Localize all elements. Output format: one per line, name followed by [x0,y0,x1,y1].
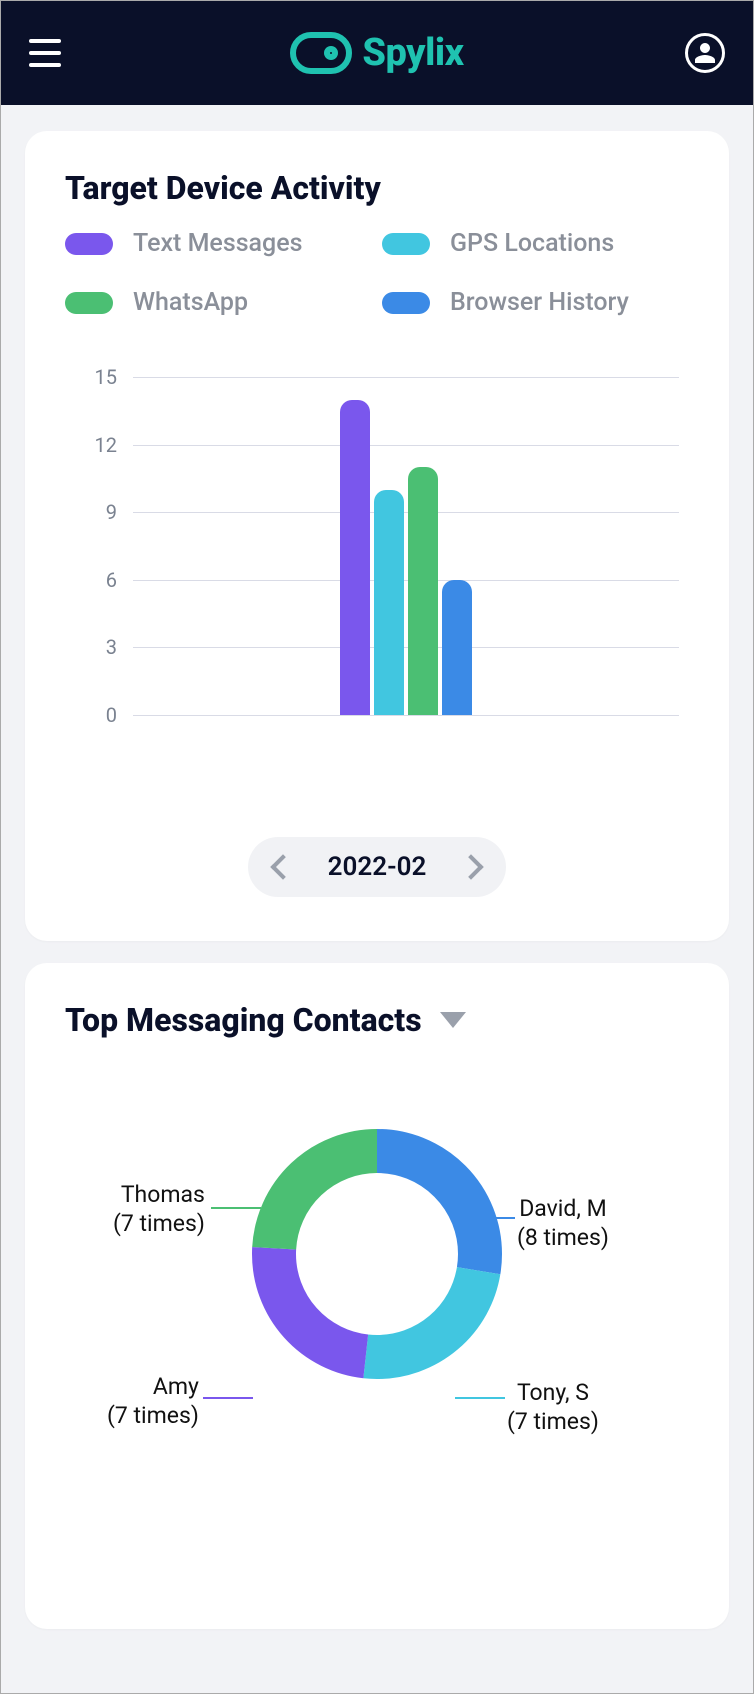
bar[interactable] [408,467,438,715]
donut-label: Amy(7 times) [107,1373,199,1431]
profile-icon[interactable] [685,33,725,73]
legend-item[interactable]: GPS Locations [382,229,689,258]
legend-swatch [65,292,113,314]
chevron-right-icon[interactable] [459,854,484,879]
legend-swatch [382,292,430,314]
legend-label: Browser History [450,288,629,317]
legend-label: GPS Locations [450,229,614,258]
y-tick-label: 6 [106,568,117,592]
leader-line [211,1207,261,1209]
date-navigator: 2022-02 [65,837,689,897]
y-tick-label: 9 [106,500,117,524]
brand-name: Spylix [362,31,463,75]
donut-label: Tony, S(7 times) [507,1379,599,1437]
activity-title: Target Device Activity [65,169,689,207]
bar[interactable] [374,490,404,715]
gridline [133,715,679,716]
bar[interactable] [340,400,370,715]
topbar: Spylix [1,1,753,105]
brand-logo-icon [290,32,352,74]
y-tick-label: 0 [106,703,117,727]
leader-line [455,1397,505,1399]
activity-card: Target Device Activity Text Messages GPS… [25,131,729,941]
y-tick-label: 12 [95,433,117,457]
legend-item[interactable]: Browser History [382,288,689,317]
activity-bar-chart: 03691215 [85,377,679,757]
donut-label: Thomas(7 times) [113,1181,205,1239]
chevron-down-icon[interactable] [440,1012,466,1028]
activity-legend: Text Messages GPS Locations WhatsApp Bro… [65,229,689,317]
legend-label: WhatsApp [133,288,248,317]
date-label: 2022-02 [328,852,427,882]
menu-icon[interactable] [29,33,69,73]
contacts-title: Top Messaging Contacts [65,1001,422,1039]
contacts-donut-chart: David, M(8 times) Tony, S(7 times) Amy(7… [65,1129,689,1549]
chevron-left-icon[interactable] [270,854,295,879]
leader-line [465,1217,515,1219]
legend-item[interactable]: Text Messages [65,229,372,258]
leader-line [203,1397,253,1399]
contacts-card: Top Messaging Contacts David, M(8 times)… [25,963,729,1629]
brand[interactable]: Spylix [290,31,463,75]
legend-item[interactable]: WhatsApp [65,288,372,317]
legend-label: Text Messages [133,229,302,258]
legend-swatch [65,233,113,255]
y-tick-label: 15 [95,365,117,389]
legend-swatch [382,233,430,255]
y-tick-label: 3 [106,635,117,659]
bar[interactable] [442,580,472,715]
donut-label: David, M(8 times) [517,1195,609,1253]
